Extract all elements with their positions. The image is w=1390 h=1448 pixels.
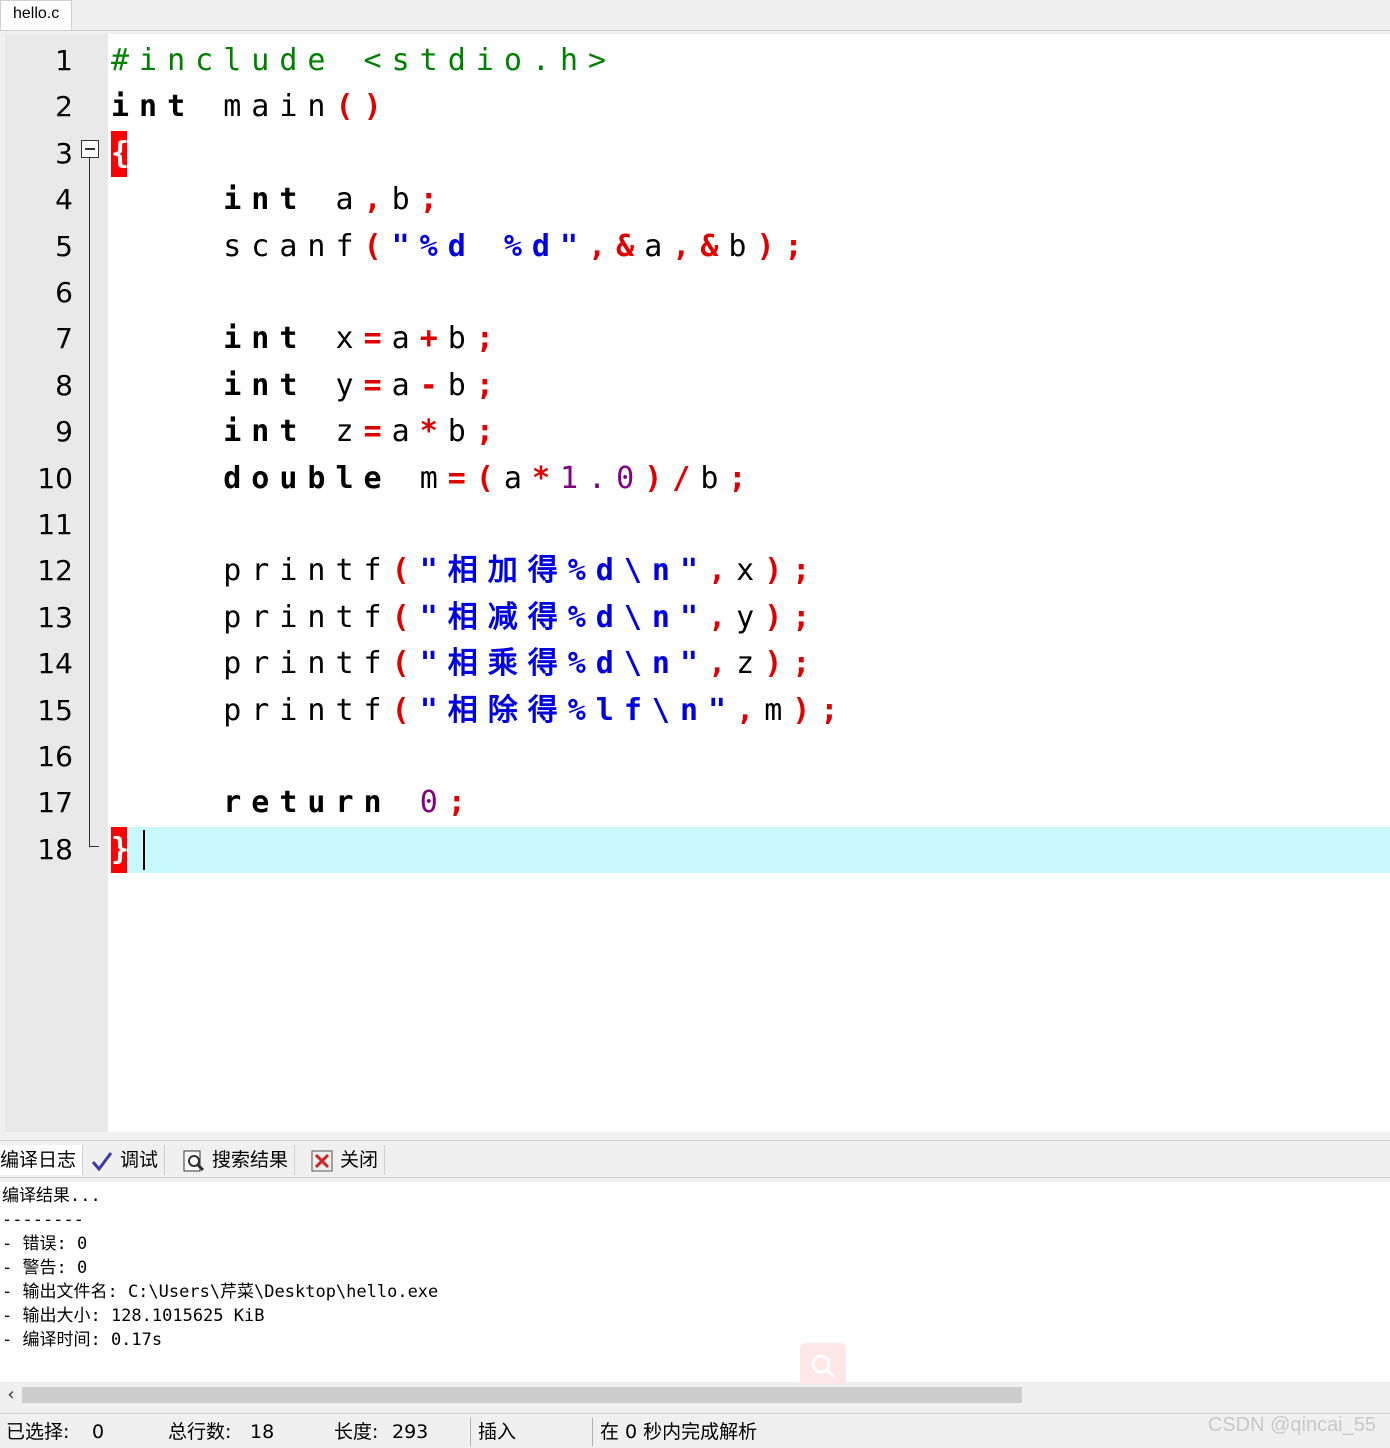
code-text[interactable]: { [111,130,129,177]
tab-compile-log-label: 编译日志 [0,1149,77,1171]
floating-search-button[interactable] [800,1343,846,1389]
log-line: -------- [2,1210,84,1230]
code-line[interactable]: 9 int z=a*b; [5,409,1390,455]
status-bar: 已选择: 0 总行数: 18 长度: 293 插入 在 0 秒内完成解析 [0,1413,1390,1448]
code-line[interactable]: 14 printf("相乘得%d\n",z); [5,641,1390,687]
text-cursor [143,830,145,871]
code-line[interactable]: 7 int x=a+b; [5,316,1390,362]
code-text[interactable]: int main() [111,84,392,130]
code-text[interactable]: int x=a+b; [111,316,504,362]
debug-check-icon [90,1149,114,1173]
line-number: 5 [55,229,73,263]
close-panel-icon [310,1149,334,1173]
line-number: 3 [55,136,73,170]
code-text[interactable]: #include <stdio.h> [111,38,616,84]
line-number: 13 [37,600,73,634]
line-number: 4 [55,183,73,217]
tab-compile-log[interactable]: 编译日志 [0,1145,84,1175]
code-line[interactable]: 4 int a,b; [5,177,1390,223]
code-line[interactable]: 11 [5,502,1390,548]
log-line: - 输出文件名: C:\Users\芹菜\Desktop\hello.exe [2,1282,439,1302]
current-line-highlight [110,826,1390,873]
code-line[interactable]: 16 [5,734,1390,780]
code-text[interactable]: printf("相减得%d\n",y); [111,595,820,641]
code-line[interactable]: 10 double m=(a*1.0)/b; [5,456,1390,502]
code-line[interactable]: 1 #include <stdio.h> [5,38,1390,84]
scroll-left-icon[interactable]: ‹ [2,1384,20,1406]
status-selected-label: 已选择: [6,1421,70,1443]
code-line[interactable]: 17 return 0; [5,780,1390,826]
log-line: - 警告: 0 [2,1258,88,1278]
line-number: 6 [55,276,73,309]
status-selected-value: 0 [92,1421,105,1443]
tab-debug-label: 调试 [120,1149,159,1171]
line-number: 15 [37,693,73,727]
line-number: 14 [37,647,73,681]
line-number: 16 [37,740,73,773]
watermark: CSDN @qincai_55 [1207,1414,1376,1436]
search-icon [811,1354,836,1379]
status-separator [470,1418,471,1446]
bottom-panel-tabs: 编译日志 调试 搜索结果 关闭 [0,1140,1390,1178]
code-line[interactable]: 2 int main() [5,84,1390,130]
log-line: 编译结果... [2,1186,101,1206]
line-number: 18 [37,832,73,866]
compile-log-output: 编译结果... -------- - 错误: 0 - 警告: 0 - 输出文件名… [0,1182,1390,1382]
line-number: 17 [37,786,73,820]
line-number: 12 [37,554,73,588]
code-text[interactable]: double m=(a*1.0)/b; [111,456,756,502]
line-number: 2 [55,90,73,124]
code-editor[interactable]: 1 #include <stdio.h> 2 int main() 3{4 int a,… [5,34,1390,1132]
line-number: 8 [55,368,73,402]
code-line[interactable]: 15 printf("相除得%lf\n",m); [5,688,1390,734]
code-text[interactable]: } [111,826,145,873]
status-total-lines-label: 总行数: [168,1421,232,1443]
code-line[interactable]: 12 printf("相加得%d\n",x); [5,548,1390,594]
code-line[interactable]: 3{ [5,130,1390,177]
tab-search-results[interactable]: 搜索结果 [182,1145,296,1175]
status-parse-time: 在 0 秒内完成解析 [600,1421,758,1443]
editor-tab-bar: hello.c [0,0,1390,31]
code-text[interactable]: printf("相除得%lf\n",m); [111,688,848,734]
code-text[interactable]: return 0; [111,780,476,826]
line-number: 9 [55,415,73,449]
status-separator [592,1418,593,1446]
status-length-value: 293 [392,1421,429,1443]
code-line[interactable]: 8 int y=a-b; [5,363,1390,409]
code-text[interactable]: int a,b; [111,177,448,223]
code-text[interactable]: scanf("%d %d",&a,&b); [111,224,813,270]
code-line[interactable]: 13 printf("相减得%d\n",y); [5,595,1390,641]
horizontal-scrollbar[interactable]: ‹ [0,1384,1390,1406]
tab-close-label: 关闭 [340,1149,379,1171]
code-text[interactable]: int z=a*b; [111,409,504,455]
tab-debug[interactable]: 调试 [90,1145,166,1175]
line-number: 1 [55,44,73,77]
log-line: - 编译时间: 0.17s [2,1330,163,1350]
line-number: 11 [37,508,73,541]
tab-close[interactable]: 关闭 [310,1145,386,1175]
line-number: 7 [55,322,73,356]
code-text[interactable]: printf("相加得%d\n",x); [111,548,820,594]
search-results-icon [182,1149,206,1173]
code-line[interactable]: 5 scanf("%d %d",&a,&b); [5,224,1390,270]
status-total-lines-value: 18 [250,1421,275,1443]
log-line: - 错误: 0 [2,1234,88,1254]
code-line[interactable]: 18} [5,826,1390,873]
status-insert-mode: 插入 [478,1421,517,1443]
code-text[interactable]: printf("相乘得%d\n",z); [111,641,820,687]
tab-search-results-label: 搜索结果 [212,1149,289,1171]
file-tab-hello-c[interactable]: hello.c [0,0,73,30]
scrollbar-thumb[interactable] [22,1387,1022,1403]
log-line: - 输出大小: 128.1015625 KiB [2,1306,265,1326]
code-text[interactable]: int y=a-b; [111,363,504,409]
status-length-label: 长度: [334,1421,379,1443]
code-line[interactable]: 6 [5,270,1390,316]
line-number: 10 [37,461,73,495]
